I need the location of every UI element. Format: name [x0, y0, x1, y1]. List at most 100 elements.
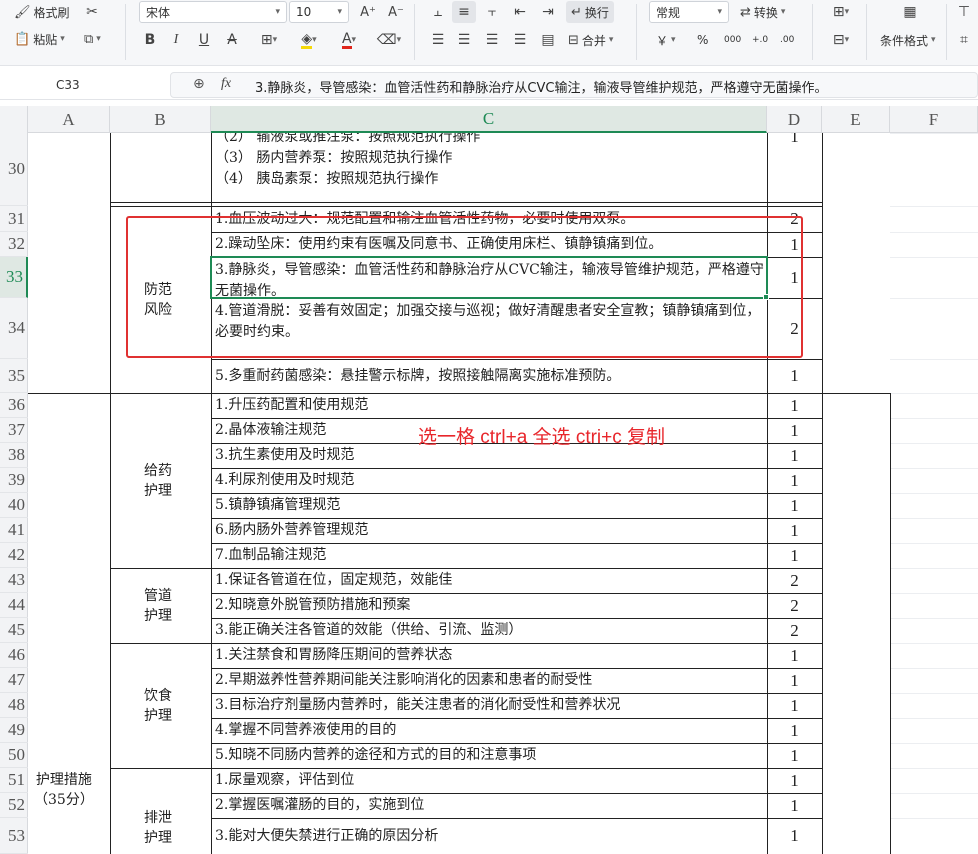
cell-c34[interactable]: 4.管道滑脱：妥善有效固定；加强交接与巡视；做好清醒患者安全宣教；镇静镇痛到位，…: [211, 298, 767, 359]
currency-button[interactable]: ￥ ▾: [656, 29, 676, 51]
table-style-button[interactable]: ⊤: [952, 1, 976, 23]
align-bottom-button[interactable]: ⫟: [480, 1, 504, 23]
row-header-44[interactable]: 44: [0, 593, 28, 618]
convert-button[interactable]: ⇄ 转换 ▾: [740, 1, 785, 23]
italic-button[interactable]: I: [164, 29, 188, 51]
cell-c53[interactable]: 3.能对大便失禁进行正确的原因分析: [211, 818, 767, 854]
category-b-2[interactable]: 管道 护理: [144, 586, 172, 626]
column-header-a[interactable]: A: [28, 106, 110, 133]
cell-c40[interactable]: 5.镇静镇痛管理规范: [211, 493, 767, 518]
justify-button[interactable]: ☰: [508, 29, 532, 51]
column-header-c[interactable]: C: [211, 106, 767, 133]
row-header-33[interactable]: 33: [0, 257, 28, 298]
row-header-46[interactable]: 46: [0, 643, 28, 668]
indent-increase-button[interactable]: ⇥: [536, 1, 560, 23]
align-left-button[interactable]: ☰: [426, 29, 450, 51]
cell-d50[interactable]: 1: [767, 743, 822, 768]
row-header-51[interactable]: 51: [0, 768, 28, 793]
percent-button[interactable]: %: [697, 29, 708, 51]
row-header-43[interactable]: 43: [0, 568, 28, 593]
align-middle-button[interactable]: ≡: [452, 1, 476, 23]
clear-format-button[interactable]: ⌫ ▾: [372, 29, 406, 51]
cell-d33[interactable]: 1: [767, 257, 822, 298]
cell-d42[interactable]: 1: [767, 543, 822, 568]
row-header-53[interactable]: 53: [0, 818, 28, 854]
name-box[interactable]: C33: [0, 72, 160, 98]
row-header-50[interactable]: 50: [0, 743, 28, 768]
category-b-1[interactable]: 给药 护理: [144, 461, 172, 501]
row-header-45[interactable]: 45: [0, 618, 28, 643]
column-header-b[interactable]: B: [110, 106, 211, 133]
cell-d49[interactable]: 1: [767, 718, 822, 743]
row-header-42[interactable]: 42: [0, 543, 28, 568]
column-header-f[interactable]: F: [890, 106, 978, 133]
cell-c36[interactable]: 1.升压药配置和使用规范: [211, 393, 767, 418]
row-header-39[interactable]: 39: [0, 468, 28, 493]
row-header-32[interactable]: 32: [0, 232, 28, 257]
distributed-button[interactable]: ▤: [536, 29, 560, 51]
cell-d38[interactable]: 1: [767, 443, 822, 468]
row-header-49[interactable]: 49: [0, 718, 28, 743]
cell-c33[interactable]: 3.静脉炎，导管感染：血管活性药和静脉治疗从CVC输注，输液导管维护规范，严格遵…: [211, 257, 767, 298]
cell-d41[interactable]: 1: [767, 518, 822, 543]
align-top-button[interactable]: ⫠: [426, 1, 450, 23]
fx-icon[interactable]: fx: [221, 76, 231, 92]
category-b-4[interactable]: 排泄 护理: [144, 808, 172, 848]
cell-d48[interactable]: 1: [767, 693, 822, 718]
cell-c48[interactable]: 3.目标治疗剂量肠内营养时，能关注患者的消化耐受性和营养状况: [211, 693, 767, 718]
cut-button[interactable]: ✂: [80, 1, 104, 23]
number-format-select[interactable]: 常规 ▾: [649, 1, 729, 23]
merge-button[interactable]: ⊟ 合并 ▾: [568, 29, 613, 51]
cell-d32[interactable]: 1: [767, 232, 822, 257]
decrease-decimal-button[interactable]: .00: [780, 29, 794, 51]
cell-d47[interactable]: 1: [767, 668, 822, 693]
cell-c49[interactable]: 4.掌握不同营养液使用的目的: [211, 718, 767, 743]
row-header-30[interactable]: 30: [0, 133, 28, 206]
conditional-format-icon-button[interactable]: ▦: [898, 1, 922, 23]
indent-decrease-button[interactable]: ⇤: [508, 1, 532, 23]
strikethrough-button[interactable]: A: [220, 29, 244, 51]
paste-button[interactable]: 📋 粘贴 ▾: [14, 28, 65, 50]
wrap-text-button[interactable]: ↵ 换行: [566, 1, 614, 23]
cell-d34[interactable]: 2: [767, 298, 822, 359]
format-painter-button[interactable]: 🖌 格式刷: [14, 1, 70, 23]
fill-handle[interactable]: [763, 294, 769, 300]
cell-c41[interactable]: 6.肠内肠外营养管理规范: [211, 518, 767, 543]
cell-c47[interactable]: 2.早期滋养性营养期间能关注影响消化的因素和患者的耐受性: [211, 668, 767, 693]
row-header-40[interactable]: 40: [0, 493, 28, 518]
cell-d39[interactable]: 1: [767, 468, 822, 493]
row-header-36[interactable]: 36: [0, 393, 28, 418]
cell-d37[interactable]: 1: [767, 418, 822, 443]
fill-color-button[interactable]: ◈ ▾: [292, 29, 326, 51]
cell-d40[interactable]: 1: [767, 493, 822, 518]
formula-input[interactable]: ⊕ fx 3.静脉炎，导管感染：血管活性药和静脉治疗从CVC输注，输液导管维护规…: [170, 72, 978, 98]
column-header-d[interactable]: D: [767, 106, 822, 133]
row-header-48[interactable]: 48: [0, 693, 28, 718]
conditional-format-button[interactable]: 条件格式 ▾: [880, 29, 936, 51]
cell-c52[interactable]: 2.掌握医嘱灌肠的目的，实施到位: [211, 793, 767, 818]
row-header-52[interactable]: 52: [0, 793, 28, 818]
spreadsheet-grid[interactable]: （2） 输液泵或推注泵：按照规范执行操作 （3） 肠内营养泵：按照规范执行操作 （4…: [0, 106, 978, 854]
cell-c32[interactable]: 2.躁动坠床：使用约束有医嘱及同意书、正确使用床栏、镇静镇痛到位。: [211, 232, 767, 257]
cell-d52[interactable]: 1: [767, 793, 822, 818]
column-header-e[interactable]: E: [822, 106, 890, 133]
font-color-button[interactable]: A ▾: [332, 29, 366, 51]
increase-decimal-button[interactable]: +.0: [752, 29, 768, 51]
row-col-button[interactable]: ⊞ ▾: [826, 1, 856, 23]
cell-c35[interactable]: 5.多重耐药菌感染：悬挂警示标牌，按照接触隔离实施标准预防。: [211, 359, 767, 393]
worksheet-button[interactable]: ⊟ ▾: [826, 29, 856, 51]
border-button[interactable]: ⊞ ▾: [252, 29, 286, 51]
cell-c44[interactable]: 2.知晓意外脱管预防措施和预案: [211, 593, 767, 618]
decrease-font-button[interactable]: A⁻: [384, 1, 408, 23]
cell-d36[interactable]: 1: [767, 393, 822, 418]
cell-d44[interactable]: 2: [767, 593, 822, 618]
row-header-35[interactable]: 35: [0, 359, 28, 393]
row-header-31[interactable]: 31: [0, 206, 28, 232]
cell-d46[interactable]: 1: [767, 643, 822, 668]
cell-c50[interactable]: 5.知晓不同肠内营养的途径和方式的目的和注意事项: [211, 743, 767, 768]
thousands-button[interactable]: 000: [724, 29, 741, 51]
zoom-icon[interactable]: ⊕: [193, 76, 205, 92]
cell-c46[interactable]: 1.关注禁食和胃肠降压期间的营养状态: [211, 643, 767, 668]
row-header-34[interactable]: 34: [0, 298, 28, 359]
cell-c42[interactable]: 7.血制品输注规范: [211, 543, 767, 568]
